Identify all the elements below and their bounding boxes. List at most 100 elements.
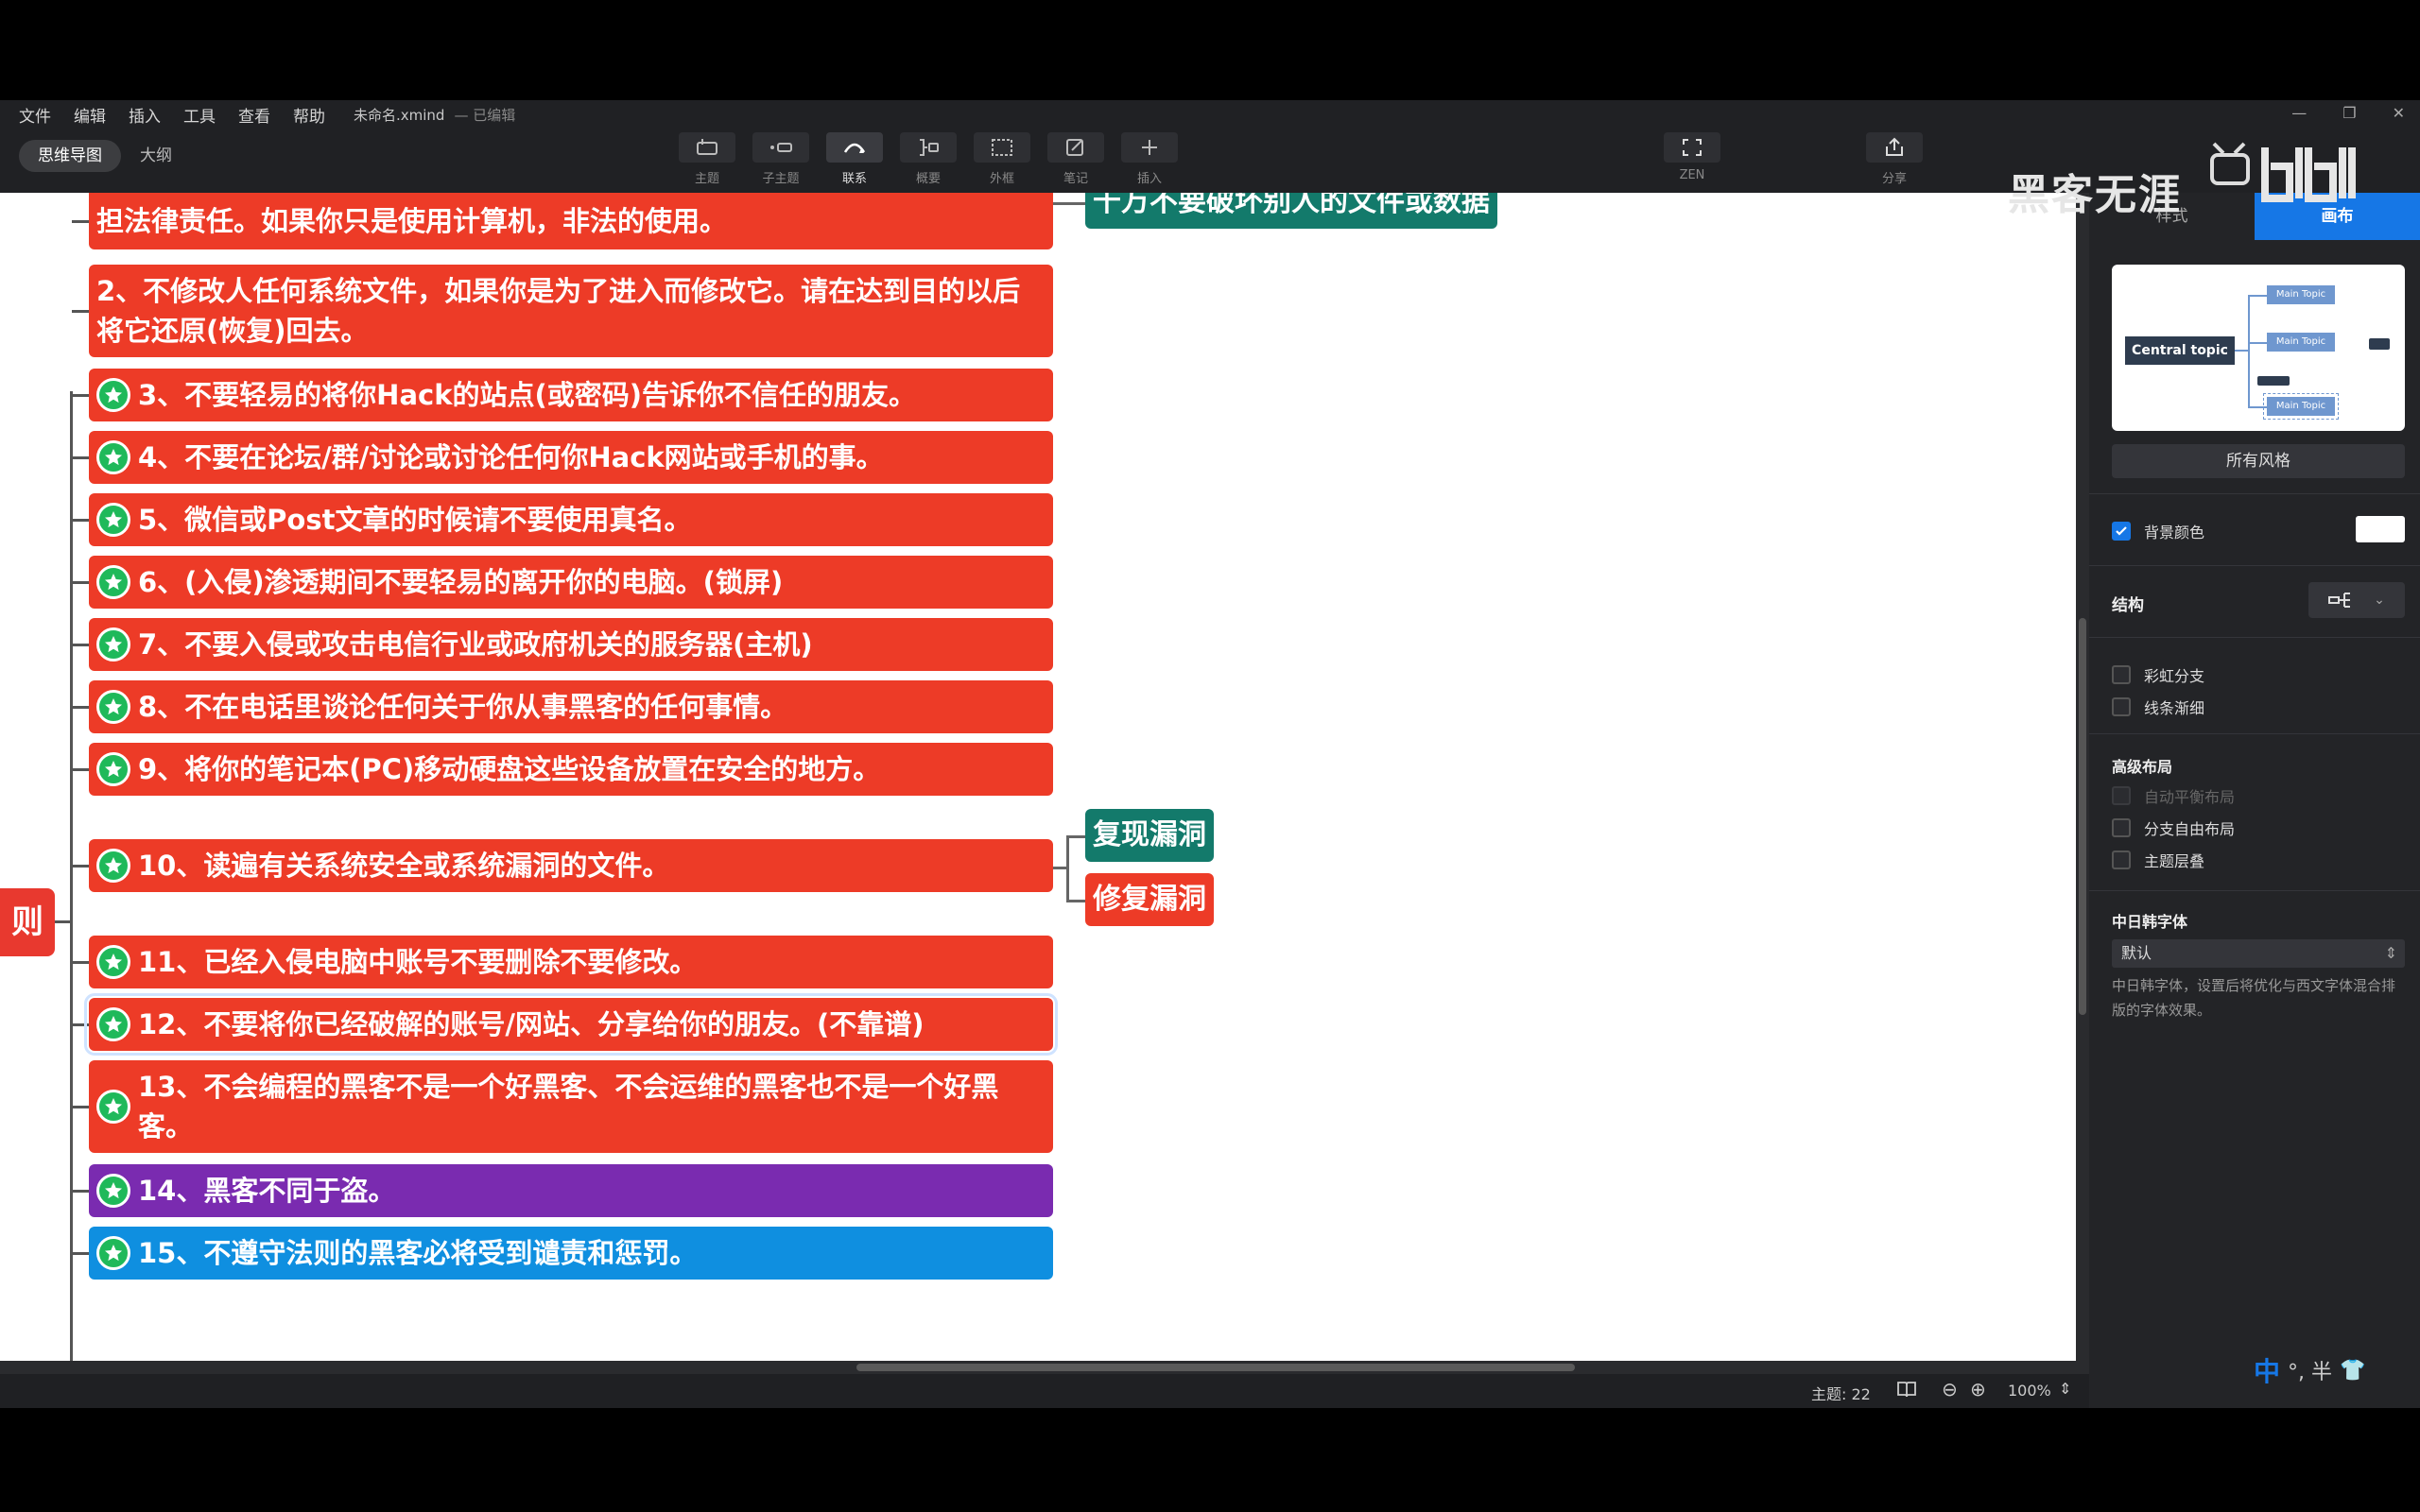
mindmap-canvas[interactable]: 则 1、不要恶意的破坏任何系统。恶意的破坏他人的软件或服务都将要付担法律责任。如… [0, 193, 2076, 1365]
share-button[interactable]: 分享 [1864, 129, 1925, 186]
menu-tools[interactable]: 工具 [183, 103, 216, 127]
rainbow-checkbox[interactable] [2112, 665, 2131, 684]
insert-button[interactable]: 插入 [1119, 129, 1180, 186]
boundary-button[interactable]: 外框 [972, 129, 1032, 186]
skin-icon: 👕 [2340, 1358, 2366, 1383]
topic-3[interactable]: 3、不要轻易的将你Hack的站点(或密码)告诉你不信任的朋友。 [89, 369, 1053, 421]
topic-13[interactable]: 13、不会编程的黑客不是一个好黑客、不会运维的黑客也不是一个好黑客。 [89, 1060, 1053, 1153]
menu-bar: 文件 编辑 插入 工具 查看 帮助 未命名.xmind — 已编辑 [0, 100, 2420, 129]
topic-text: 14、黑客不同于盗。 [138, 1175, 396, 1207]
auto-balance-checkbox[interactable] [2112, 786, 2131, 805]
branch-line [72, 310, 91, 313]
branch-line [72, 865, 91, 868]
ime-indicator: 中 °, 半 👕 [2254, 1351, 2365, 1389]
topic-6[interactable]: 6、(入侵)渗透期间不要轻易的离开你的电脑。(锁屏) [89, 556, 1053, 609]
zen-button[interactable]: ZEN [1662, 129, 1722, 182]
zoom-level[interactable]: 100% [2008, 1382, 2051, 1400]
free-layout-checkbox[interactable] [2112, 818, 2131, 837]
topic-7[interactable]: 7、不要入侵或攻击电信行业或政府机关的服务器(主机) [89, 618, 1053, 671]
menu-insert[interactable]: 插入 [129, 103, 161, 127]
star-marker-icon [96, 1007, 130, 1041]
preview-central-topic: Central topic [2125, 336, 2235, 365]
divider [2089, 890, 2420, 891]
topic-15[interactable]: 15、不遵守法则的黑客必将受到谴责和惩罚。 [89, 1227, 1053, 1280]
topic-8[interactable]: 8、不在电话里谈论任何关于你从事黑客的任何事情。 [89, 680, 1053, 733]
topic-text: 10、读遍有关系统安全或系统漏洞的文件。 [138, 850, 670, 882]
overlap-checkbox[interactable] [2112, 850, 2131, 869]
vertical-scroll-thumb[interactable] [2079, 618, 2086, 1015]
topic-11[interactable]: 11、已经入侵电脑中账号不要删除不要修改。 [89, 936, 1053, 988]
tab-mindmap[interactable]: 思维导图 [19, 140, 121, 172]
style-preview[interactable]: Central topic Main Topic Main Topic Main… [2112, 265, 2405, 431]
star-marker-icon [96, 565, 130, 599]
summary-label: 概要 [915, 172, 941, 186]
horizontal-scroll-thumb[interactable] [856, 1364, 1575, 1371]
topic-4[interactable]: 4、不要在论坛/群/讨论或讨论任何你Hack网站或手机的事。 [89, 431, 1053, 484]
relationship-button[interactable]: 联系 [824, 129, 885, 186]
topic-text: 12、不要将你已经破解的账号/网站、分享给你的朋友。(不靠谱) [138, 1008, 925, 1040]
free-layout-label: 分支自由布局 [2144, 820, 2236, 838]
branch-line [72, 706, 91, 709]
sub-connector [1053, 202, 1085, 205]
topic-5[interactable]: 5、微信或Post文章的时候请不要使用真名。 [89, 493, 1053, 546]
menu-help[interactable]: 帮助 [293, 103, 325, 127]
preview-main-topic: Main Topic [2263, 393, 2339, 420]
summary-icon [920, 139, 939, 156]
bg-color-swatch[interactable] [2356, 516, 2405, 542]
all-styles-button[interactable]: 所有风格 [2112, 444, 2405, 478]
topic-text: 13、不会编程的黑客不是一个好黑客、不会运维的黑客也不是一个好黑客。 [138, 1071, 999, 1143]
star-marker-icon [96, 503, 130, 537]
taper-label: 线条渐细 [2144, 699, 2205, 717]
menu-file[interactable]: 文件 [19, 103, 51, 127]
menu-edit[interactable]: 编辑 [74, 103, 106, 127]
summary-button[interactable]: 概要 [898, 129, 959, 186]
star-marker-icon [96, 945, 130, 979]
insert-label: 插入 [1136, 172, 1162, 186]
format-panel: 样式 画布 Central topic Main Topic Main Topi… [2089, 193, 2420, 1408]
updown-icon[interactable]: ⇕ [2059, 1380, 2071, 1398]
topic-9[interactable]: 9、将你的笔记本(PC)移动硬盘这些设备放置在安全的地方。 [89, 743, 1053, 796]
taper-checkbox[interactable] [2112, 697, 2131, 716]
updown-icon: ⇕ [2384, 944, 2397, 962]
preview-callout [2369, 338, 2390, 350]
chevron-down-icon: ⌄ [2374, 593, 2385, 608]
sub-topic-dont-destroy[interactable]: 千万不要破坏别人的文件或数据 [1085, 193, 1497, 229]
ime-chinese: 中 [2254, 1356, 2281, 1387]
tab-outline[interactable]: 大纲 [121, 140, 191, 172]
topic-count: 主题: 22 [1811, 1385, 1871, 1403]
zoom-in-icon[interactable]: ⊕ [1970, 1378, 1986, 1400]
topic-text: 担法律责任。如果你只是使用计算机，非法的使用。 [96, 205, 728, 237]
star-marker-icon [96, 1174, 130, 1208]
close-icon[interactable]: ✕ [2393, 104, 2405, 122]
central-topic[interactable]: 则 [0, 888, 55, 956]
taper-row: 线条渐细 [2112, 696, 2204, 718]
sub-connector [1066, 900, 1085, 902]
vertical-scrollbar[interactable] [2076, 193, 2089, 1365]
status-bar: 主题: 22 ⊖ ⊕ 100% ⇕ [0, 1374, 2089, 1408]
subtopic-button[interactable]: 子主题 [751, 129, 811, 186]
horizontal-scrollbar[interactable] [0, 1361, 2089, 1374]
topic-2[interactable]: 2、不修改人任何系统文件，如果你是为了进入而修改它。请在达到目的以后将它还原(恢… [89, 265, 1053, 357]
overlap-row: 主题层叠 [2112, 849, 2204, 871]
bilibili-logo-icon [2210, 142, 2356, 202]
zoom-out-icon[interactable]: ⊖ [1942, 1378, 1958, 1400]
topic-1[interactable]: 担法律责任。如果你只是使用计算机，非法的使用。 [89, 193, 1053, 249]
cjk-font-select[interactable]: 默认 ⇕ [2112, 939, 2405, 968]
sub-connector [1066, 835, 1069, 902]
book-icon[interactable] [1896, 1380, 1917, 1402]
sub-topic-fix[interactable]: 修复漏洞 [1085, 873, 1214, 926]
topic-12[interactable]: 12、不要将你已经破解的账号/网站、分享给你的朋友。(不靠谱) [84, 993, 1058, 1056]
topic-14[interactable]: 14、黑客不同于盗。 [89, 1164, 1053, 1217]
structure-select[interactable]: ⌄ [2308, 582, 2405, 618]
topic-button[interactable]: 主题 [677, 129, 737, 186]
topic-10[interactable]: 10、读遍有关系统安全或系统漏洞的文件。 [89, 839, 1053, 892]
bg-color-checkbox[interactable] [2112, 522, 2131, 541]
minimize-icon[interactable]: — [2291, 104, 2307, 122]
restore-icon[interactable]: ❐ [2342, 104, 2356, 122]
branch-line [72, 768, 91, 771]
menu-view[interactable]: 查看 [238, 103, 270, 127]
sub-topic-reproduce[interactable]: 复现漏洞 [1085, 809, 1214, 862]
star-marker-icon [96, 378, 130, 412]
note-button[interactable]: 笔记 [1046, 129, 1106, 186]
ime-mode: °, 半 [2288, 1361, 2333, 1384]
